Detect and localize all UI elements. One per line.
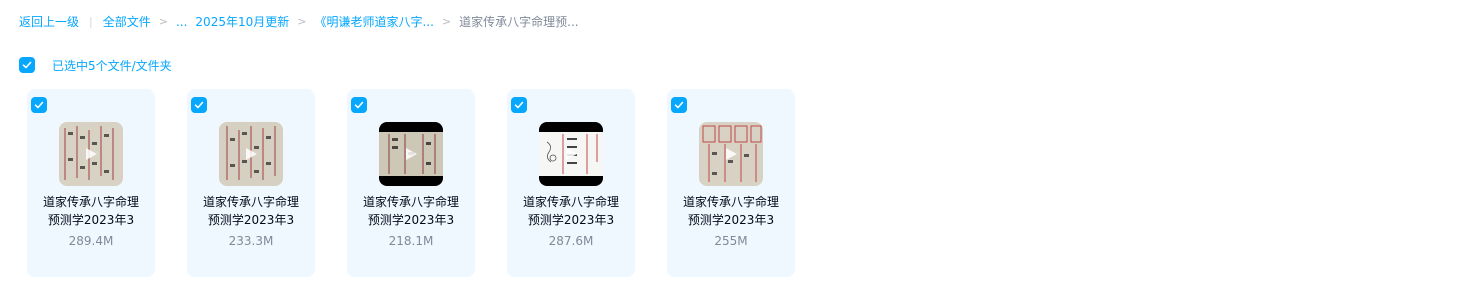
breadcrumb: 返回上一级 | 全部文件 > ... 2025年10月更新 > 《明谦老师道家八… <box>19 13 579 31</box>
check-icon <box>22 61 32 69</box>
file-card[interactable]: 道家传承八字命理 预测学2023年3 218.1M <box>347 89 475 277</box>
file-checkbox[interactable] <box>351 97 367 113</box>
check-icon <box>514 101 524 109</box>
file-name: 道家传承八字命理 预测学2023年3 <box>362 195 459 227</box>
file-name: 道家传承八字命理 预测学2023年3 <box>682 195 779 227</box>
file-name: 道家传承八字命理 预测学2023年3 <box>522 195 619 227</box>
check-icon <box>354 101 364 109</box>
selection-count-label: 已选中5个文件/文件夹 <box>52 58 172 73</box>
file-card[interactable]: 道家传承八字命理 预测学2023年3 289.4M <box>27 89 155 277</box>
video-thumbnail <box>59 122 123 186</box>
breadcrumb-all-files[interactable]: 全部文件 <box>103 13 151 31</box>
chevron-right-icon: > <box>158 15 168 28</box>
play-icon <box>86 148 97 160</box>
file-size: 255M <box>714 234 748 248</box>
breadcrumb-divider: | <box>89 15 93 28</box>
select-all-checkbox[interactable] <box>19 57 35 73</box>
check-icon <box>34 101 44 109</box>
file-size: 287.6M <box>548 234 594 248</box>
file-name: 道家传承八字命理 预测学2023年3 <box>42 195 139 227</box>
play-icon <box>246 148 257 160</box>
play-icon <box>726 148 737 160</box>
video-thumbnail <box>539 122 603 186</box>
file-checkbox[interactable] <box>191 97 207 113</box>
video-thumbnail <box>699 122 763 186</box>
file-card[interactable]: 道家传承八字命理 预测学2023年3 233.3M <box>187 89 315 277</box>
breadcrumb-folder-mingqian[interactable]: 《明谦老师道家八字... <box>314 13 433 31</box>
breadcrumb-folder-2025-10[interactable]: 2025年10月更新 <box>195 13 289 31</box>
back-link[interactable]: 返回上一级 <box>19 13 79 31</box>
check-icon <box>674 101 684 109</box>
chevron-right-icon: > <box>441 15 452 28</box>
file-size: 289.4M <box>68 234 114 248</box>
file-size: 233.3M <box>228 234 274 248</box>
file-name: 道家传承八字命理 预测学2023年3 <box>202 195 299 227</box>
video-thumbnail <box>379 122 443 186</box>
file-checkbox[interactable] <box>31 97 47 113</box>
chevron-right-icon: > <box>297 15 307 28</box>
breadcrumb-ellipsis[interactable]: ... <box>176 13 187 31</box>
file-checkbox[interactable] <box>671 97 687 113</box>
file-card[interactable]: 道家传承八字命理 预测学2023年3 287.6M <box>507 89 635 277</box>
file-size: 218.1M <box>388 234 434 248</box>
video-thumbnail <box>219 122 283 186</box>
breadcrumb-current: 道家传承八字命理预... <box>459 15 579 29</box>
play-icon <box>566 148 577 160</box>
play-icon <box>406 148 417 160</box>
select-all-bar: 已选中5个文件/文件夹 <box>19 56 172 74</box>
file-card[interactable]: 道家传承八字命理 预测学2023年3 255M <box>667 89 795 277</box>
file-checkbox[interactable] <box>511 97 527 113</box>
check-icon <box>194 101 204 109</box>
